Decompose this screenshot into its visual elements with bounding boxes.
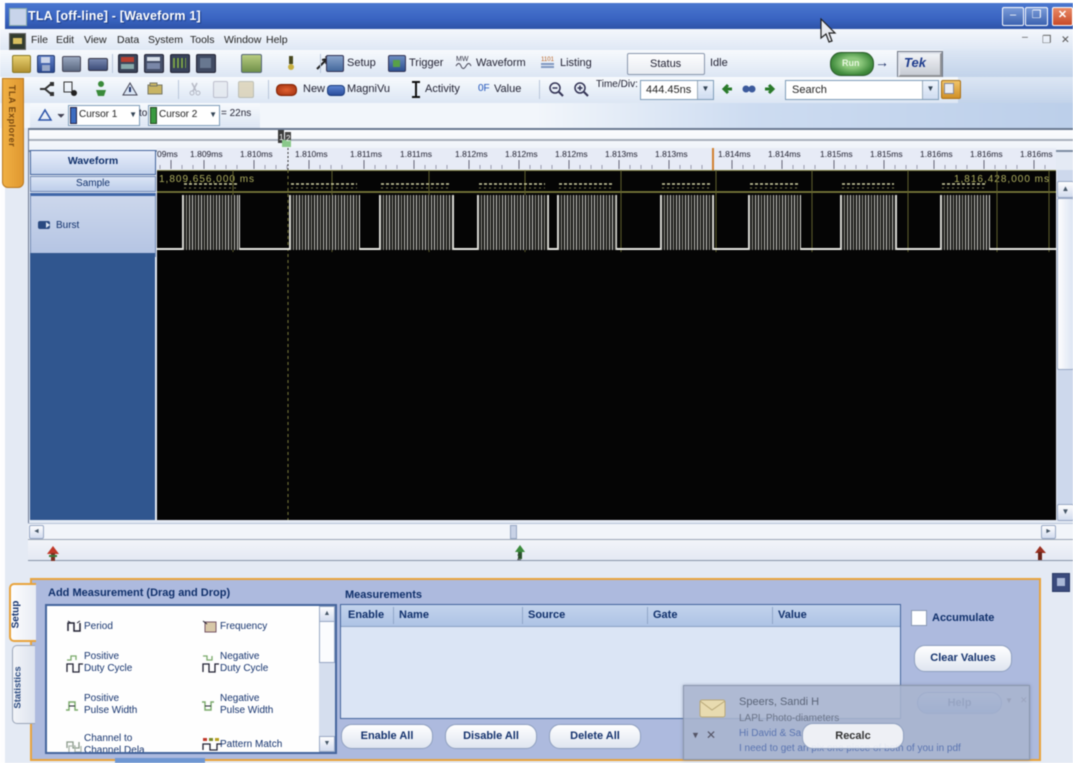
svg-text:1.814ms: 1.814ms (768, 149, 801, 159)
svg-text:1.816ms: 1.816ms (920, 149, 953, 159)
svg-text:1.816ms: 1.816ms (970, 149, 1003, 159)
svg-text:MW: MW (456, 56, 469, 63)
svg-text:1.813ms: 1.813ms (605, 149, 638, 159)
svg-text:1.812ms: 1.812ms (505, 149, 538, 159)
svg-text:1.810ms: 1.810ms (240, 149, 273, 159)
svg-text:1.810ms: 1.810ms (295, 149, 328, 159)
svg-text:1: 1 (279, 133, 284, 142)
svg-text:1101: 1101 (541, 57, 555, 63)
svg-text:1.815ms: 1.815ms (870, 149, 903, 159)
svg-text:2: 2 (286, 134, 291, 143)
svg-text:1.814ms: 1.814ms (718, 149, 751, 159)
svg-text:1.813ms: 1.813ms (655, 149, 688, 159)
svg-text:09ms: 09ms (157, 149, 178, 159)
svg-text:1.811ms: 1.811ms (400, 149, 432, 159)
svg-text:1.812ms: 1.812ms (455, 149, 488, 159)
svg-text:1.811ms: 1.811ms (350, 149, 382, 159)
svg-text:1,809,656,000 ms: 1,809,656,000 ms (159, 174, 255, 185)
svg-text:1.809ms: 1.809ms (190, 149, 223, 159)
svg-text:1.816ms: 1.816ms (1020, 149, 1053, 159)
svg-text:2: 2 (517, 553, 522, 561)
svg-text:1.812ms: 1.812ms (555, 149, 588, 159)
svg-text:1.815ms: 1.815ms (820, 149, 853, 159)
